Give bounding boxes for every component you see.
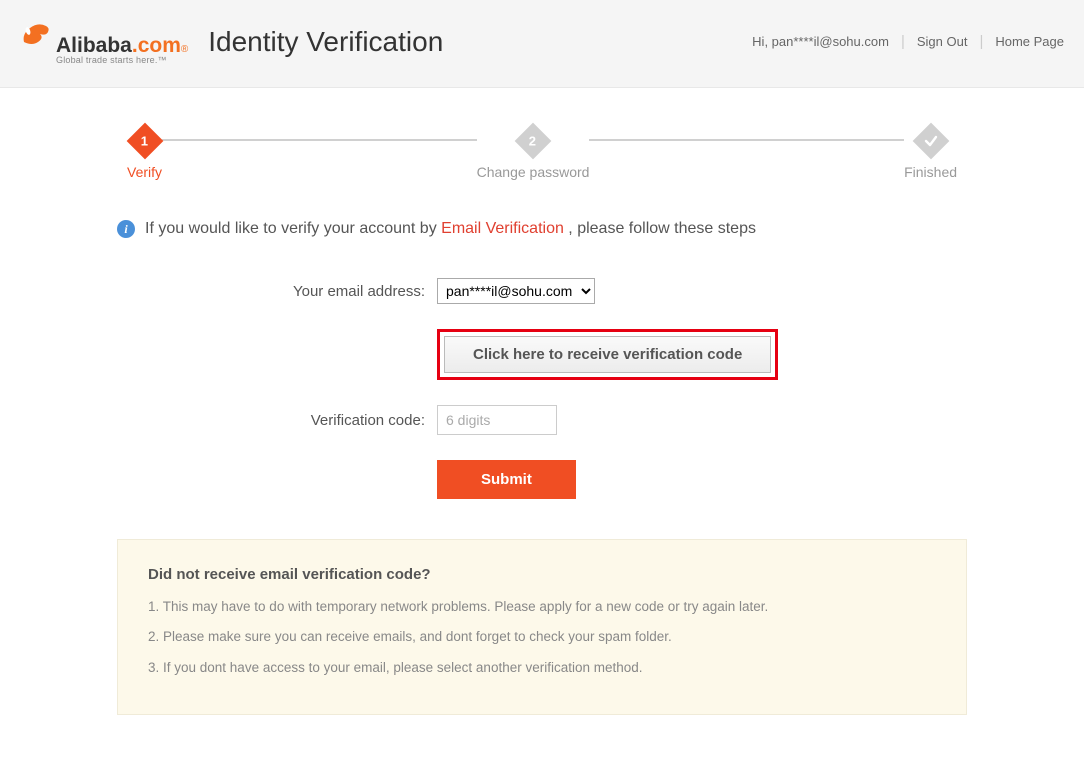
help-item: 1. This may have to do with temporary ne… <box>148 597 936 617</box>
logo[interactable]: Alibaba.com® Global trade starts here.™ <box>20 18 188 65</box>
info-icon: i <box>117 220 135 238</box>
help-item: 3. If you dont have access to your email… <box>148 658 936 678</box>
step-number: 1 <box>141 133 148 148</box>
main-content: 1 Verify 2 Change password Finished i If… <box>117 88 967 745</box>
info-message: i If you would like to verify your accou… <box>117 220 967 238</box>
verification-code-input[interactable] <box>437 405 557 435</box>
highlight-box: Click here to receive verification code <box>437 329 778 380</box>
step-number: 2 <box>529 133 536 148</box>
email-select[interactable]: pan****il@sohu.com <box>437 278 595 304</box>
home-page-link[interactable]: Home Page <box>995 34 1064 49</box>
info-method: Email Verification <box>441 220 564 237</box>
info-prefix: If you would like to verify your account… <box>145 220 441 237</box>
divider: | <box>979 33 983 50</box>
header-right: Hi, pan****il@sohu.com | Sign Out | Home… <box>752 33 1064 50</box>
help-title: Did not receive email verification code? <box>148 566 936 583</box>
step-line <box>589 139 904 141</box>
step-verify: 1 Verify <box>127 128 162 180</box>
code-row: Verification code: <box>117 405 967 435</box>
step-label: Finished <box>904 164 957 180</box>
logo-tagline: Global trade starts here.™ <box>56 55 167 65</box>
greeting-text: Hi, pan****il@sohu.com <box>752 34 889 49</box>
email-label: Your email address: <box>117 283 437 300</box>
receive-row: Click here to receive verification code <box>117 329 967 380</box>
submit-button[interactable]: Submit <box>437 460 576 499</box>
help-item: 2. Please make sure you can receive emai… <box>148 627 936 647</box>
step-label: Change password <box>477 164 590 180</box>
step-finished: Finished <box>904 128 957 180</box>
check-icon <box>912 123 949 160</box>
code-label: Verification code: <box>117 412 437 429</box>
receive-code-button[interactable]: Click here to receive verification code <box>444 336 771 373</box>
email-row: Your email address: pan****il@sohu.com <box>117 278 967 304</box>
header-bar: Alibaba.com® Global trade starts here.™ … <box>0 0 1084 88</box>
help-box: Did not receive email verification code?… <box>117 539 967 715</box>
sign-out-link[interactable]: Sign Out <box>917 34 968 49</box>
step-line <box>162 139 477 141</box>
info-suffix: , please follow these steps <box>564 220 756 237</box>
step-change-password: 2 Change password <box>477 128 590 180</box>
submit-row: Submit <box>117 460 967 499</box>
step-label: Verify <box>127 164 162 180</box>
stepper: 1 Verify 2 Change password Finished <box>127 128 957 180</box>
divider: | <box>901 33 905 50</box>
page-title: Identity Verification <box>208 26 443 58</box>
logo-registered: ® <box>181 44 188 55</box>
alibaba-logo-icon <box>20 18 54 52</box>
